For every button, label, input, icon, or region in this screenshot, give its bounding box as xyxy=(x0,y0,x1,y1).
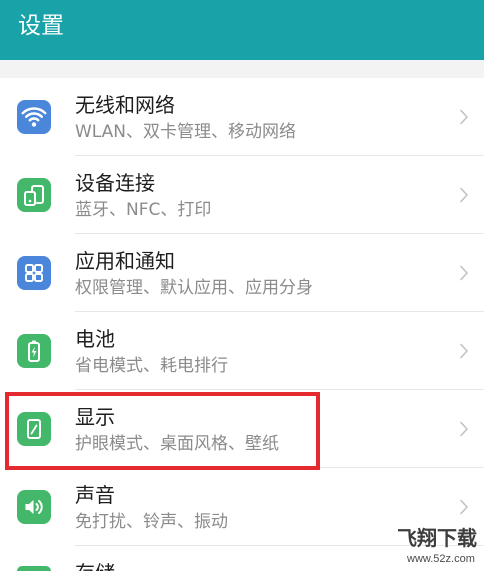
settings-item-wireless-networks[interactable]: 无线和网络 WLAN、双卡管理、移动网络 xyxy=(0,78,484,156)
settings-item-subtitle: WLAN、双卡管理、移动网络 xyxy=(75,122,297,142)
settings-item-title: 存储 xyxy=(75,561,115,571)
page-title: 设置 xyxy=(18,13,64,39)
settings-item-device-connection[interactable]: 设备连接 蓝牙、NFC、打印 xyxy=(0,156,484,234)
app-header: 设置 xyxy=(0,0,484,60)
sound-icon xyxy=(17,490,51,524)
wifi-icon-glyph xyxy=(21,107,47,127)
chevron-right-icon xyxy=(459,265,469,281)
settings-item-subtitle: 权限管理、默认应用、应用分身 xyxy=(75,278,313,298)
settings-item-title: 声音 xyxy=(75,483,115,507)
settings-item-subtitle: 蓝牙、NFC、打印 xyxy=(75,200,212,220)
chevron-right-icon xyxy=(459,343,469,359)
storage-icon xyxy=(17,566,51,571)
settings-item-title: 电池 xyxy=(75,327,115,351)
settings-item-subtitle: 免打扰、铃声、振动 xyxy=(75,512,228,532)
settings-item-subtitle: 省电模式、耗电排行 xyxy=(75,356,228,376)
settings-list: 无线和网络 WLAN、双卡管理、移动网络 设备连接 蓝牙、NFC、打印 应用和通… xyxy=(0,78,484,571)
chevron-right-icon xyxy=(459,421,469,437)
watermark-brand: 飞翔下载 xyxy=(397,526,477,550)
settings-item-apps-notifications[interactable]: 应用和通知 权限管理、默认应用、应用分身 xyxy=(0,234,484,312)
device-connection-icon-glyph xyxy=(24,185,44,206)
settings-item-title: 无线和网络 xyxy=(75,93,175,117)
settings-item-title: 应用和通知 xyxy=(75,249,175,273)
chevron-right-icon xyxy=(459,187,469,203)
chevron-right-icon xyxy=(459,499,469,515)
chevron-right-icon xyxy=(459,109,469,125)
battery-icon-glyph xyxy=(28,340,40,362)
watermark-url: www.52z.com xyxy=(407,553,475,565)
apps-icon xyxy=(17,256,51,290)
header-spacer xyxy=(0,60,484,78)
settings-item-title: 设备连接 xyxy=(75,171,155,195)
battery-icon xyxy=(17,334,51,368)
device-connection-icon xyxy=(17,178,51,212)
highlight-box xyxy=(5,392,320,470)
apps-icon-glyph xyxy=(25,264,43,282)
sound-icon-glyph xyxy=(25,500,43,514)
settings-item-battery[interactable]: 电池 省电模式、耗电排行 xyxy=(0,312,484,390)
wifi-icon xyxy=(17,100,51,134)
